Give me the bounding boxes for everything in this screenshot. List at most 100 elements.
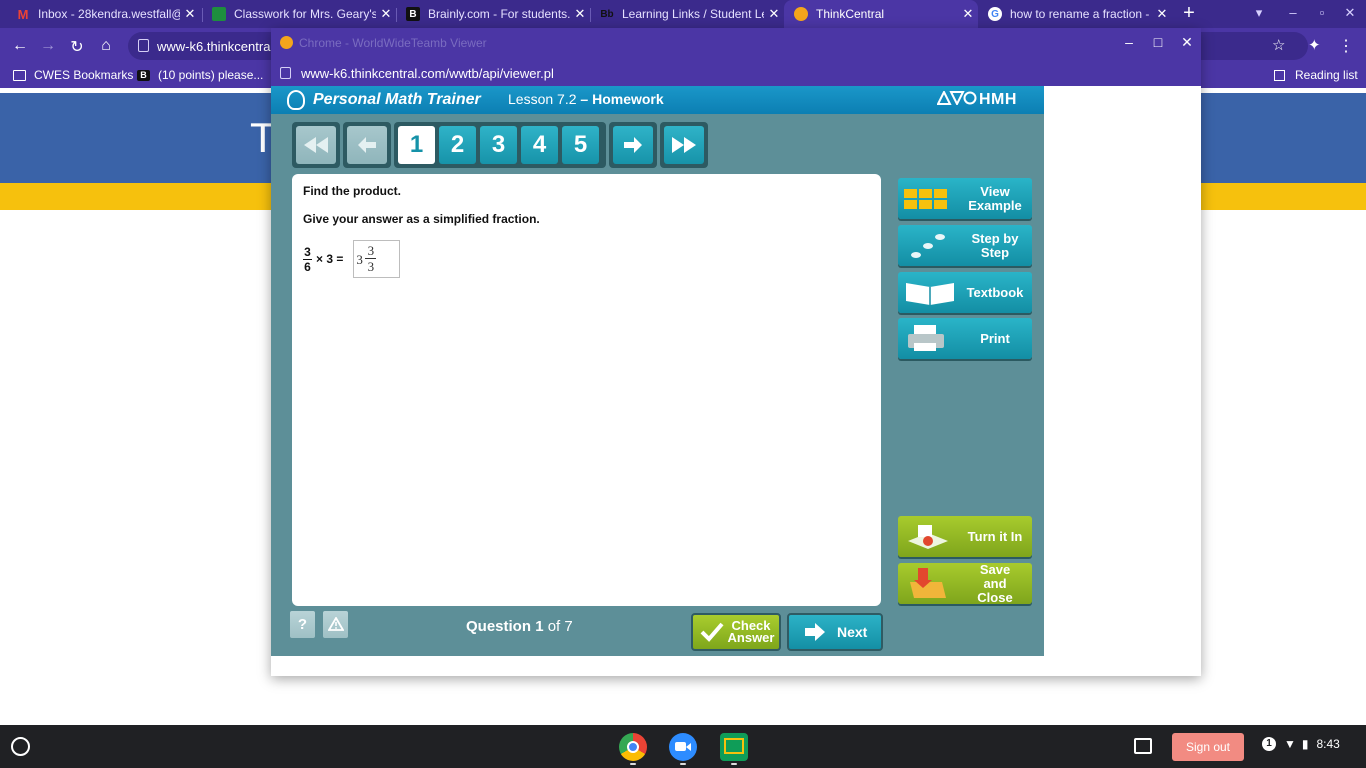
zoom-app-icon[interactable] [669, 733, 697, 761]
step-by-step-label: Step by Step [971, 230, 1019, 260]
bookmark-folder[interactable]: CWES Bookmarks [13, 68, 133, 82]
restore-icon[interactable]: ▫ [1312, 5, 1332, 20]
tab-title: how to rename a fraction - G [1010, 7, 1152, 21]
classroom-app-icon[interactable] [720, 733, 748, 761]
lesson-type: Homework [592, 91, 664, 107]
step-by-step-button[interactable]: Step by Step [898, 225, 1032, 266]
close-icon[interactable]: ✕ [958, 6, 978, 22]
question-1-button[interactable]: 1 [398, 126, 435, 164]
thinkcentral-icon [794, 7, 808, 21]
tab-brainly[interactable]: B Brainly.com - For students. ✕ [396, 0, 590, 28]
print-button[interactable]: Print [898, 318, 1032, 359]
view-example-button[interactable]: View Example [898, 178, 1032, 219]
bookmark-star-icon[interactable]: ☆ [1272, 36, 1285, 54]
question-3-button[interactable]: 3 [480, 126, 517, 164]
reading-list-button[interactable]: Reading list [1274, 68, 1358, 82]
turn-it-in-button[interactable]: Turn it In [898, 516, 1032, 557]
tab-title: Inbox - 28kendra.westfall@ [38, 7, 180, 21]
minimize-icon[interactable]: – [1283, 5, 1303, 20]
close-icon[interactable]: ✕ [1177, 34, 1197, 51]
close-icon[interactable]: ✕ [764, 6, 784, 22]
save-and-close-button[interactable]: Save and Close [898, 561, 1032, 605]
example-icon [902, 181, 958, 216]
close-icon[interactable]: ✕ [1152, 6, 1172, 22]
footsteps-icon [902, 228, 958, 263]
maximize-icon[interactable]: □ [1148, 34, 1168, 50]
first-question-button[interactable] [296, 126, 336, 164]
tab-title: Brainly.com - For students. [428, 7, 570, 21]
bookmark-label: CWES Bookmarks [34, 68, 134, 82]
operator-text: × 3 = [316, 252, 344, 266]
zoom-lens [686, 743, 691, 751]
current-question: 1 [535, 618, 544, 635]
tab-classroom[interactable]: Classwork for Mrs. Geary's c ✕ [202, 0, 396, 28]
tab-blackboard[interactable]: Bb Learning Links / Student Le ✕ [590, 0, 784, 28]
answer-fraction: 3 3 [365, 243, 377, 274]
save-and-close-label: Save and Close [977, 561, 1013, 605]
answer-input[interactable]: 3 3 3 [353, 240, 401, 278]
arrow-right-icon [805, 623, 825, 641]
question-4-button[interactable]: 4 [521, 126, 558, 164]
status-tray[interactable]: 1 ▼ ▮ 8:43 [1262, 737, 1340, 751]
question-counter: Question 1 of 7 [466, 618, 573, 635]
running-indicator [731, 763, 737, 765]
running-indicator [630, 763, 636, 765]
report-problem-button[interactable] [323, 611, 348, 638]
close-icon[interactable]: ✕ [376, 6, 396, 22]
close-window-icon[interactable]: ✕ [1340, 5, 1360, 21]
prev-question-button[interactable] [347, 126, 387, 164]
bookmark-item[interactable]: B (10 points) please... [137, 68, 263, 82]
prev-question-group [343, 122, 391, 168]
tab-google-search[interactable]: G how to rename a fraction - G ✕ [978, 0, 1172, 28]
clipboard-icon[interactable] [1134, 738, 1152, 754]
back-icon[interactable]: ← [10, 37, 30, 55]
last-question-button[interactable] [664, 126, 704, 164]
extensions-icon[interactable]: ✦ [1308, 36, 1321, 54]
question-panel: Find the product. Give your answer as a … [292, 174, 881, 606]
question-2-button[interactable]: 2 [439, 126, 476, 164]
textbook-button[interactable]: Textbook [898, 272, 1032, 313]
of-label: of [547, 618, 561, 635]
lock-icon [280, 67, 291, 79]
viewer-popup-window: Chrome - WorldWideTeamb Viewer – □ ✕ www… [271, 28, 1201, 676]
check-answer-button[interactable]: Check Answer [691, 613, 781, 651]
tab-title: Learning Links / Student Le [622, 7, 764, 21]
new-tab-button[interactable]: + [1178, 2, 1200, 26]
thinkcentral-icon [280, 36, 293, 49]
address-text: www-k6.thinkcentral [157, 39, 274, 54]
app-header: Personal Math Trainer Lesson 7.2 – Homew… [271, 86, 1044, 114]
fraction-denominator: 6 [304, 259, 311, 274]
tab-search-icon[interactable]: ▾ [1249, 5, 1269, 21]
question-label: Question [466, 618, 532, 635]
tab-thinkcentral[interactable]: ThinkCentral ✕ [784, 0, 978, 28]
minimize-icon[interactable]: – [1119, 34, 1139, 50]
turn-in-box-icon [902, 519, 958, 554]
question-number-group: 1 2 3 4 5 [394, 122, 606, 168]
sign-out-button[interactable]: Sign out [1172, 733, 1244, 761]
chrome-app-icon[interactable] [619, 733, 647, 761]
reload-icon[interactable]: ↻ [67, 37, 87, 57]
classroom-icon [212, 7, 226, 21]
double-arrow-left-icon [304, 137, 328, 153]
tab-title: Classwork for Mrs. Geary's c [234, 7, 376, 21]
tab-gmail[interactable]: M Inbox - 28kendra.westfall@ ✕ [6, 0, 200, 28]
question-5-button[interactable]: 5 [562, 126, 599, 164]
publisher-label: HMH [979, 91, 1017, 108]
next-question-group [609, 122, 657, 168]
math-expression: 3 6 × 3 = 3 3 3 [303, 240, 401, 278]
close-icon[interactable]: ✕ [570, 6, 590, 22]
popup-title: Chrome - WorldWideTeamb Viewer [299, 36, 487, 50]
home-icon[interactable]: ⌂ [96, 37, 116, 55]
arrow-right-icon [624, 137, 642, 153]
forward-icon[interactable]: → [38, 37, 58, 55]
help-button[interactable]: ? [290, 611, 315, 638]
menu-icon[interactable]: ⋮ [1338, 36, 1354, 56]
trainer-logo-icon [287, 90, 305, 110]
lock-icon [138, 39, 149, 52]
next-question-button[interactable] [613, 126, 653, 164]
next-button[interactable]: Next [787, 613, 883, 651]
folder-icon [13, 69, 26, 81]
close-icon[interactable]: ✕ [180, 6, 200, 22]
launcher-icon[interactable] [11, 737, 30, 756]
next-label: Next [837, 624, 868, 640]
